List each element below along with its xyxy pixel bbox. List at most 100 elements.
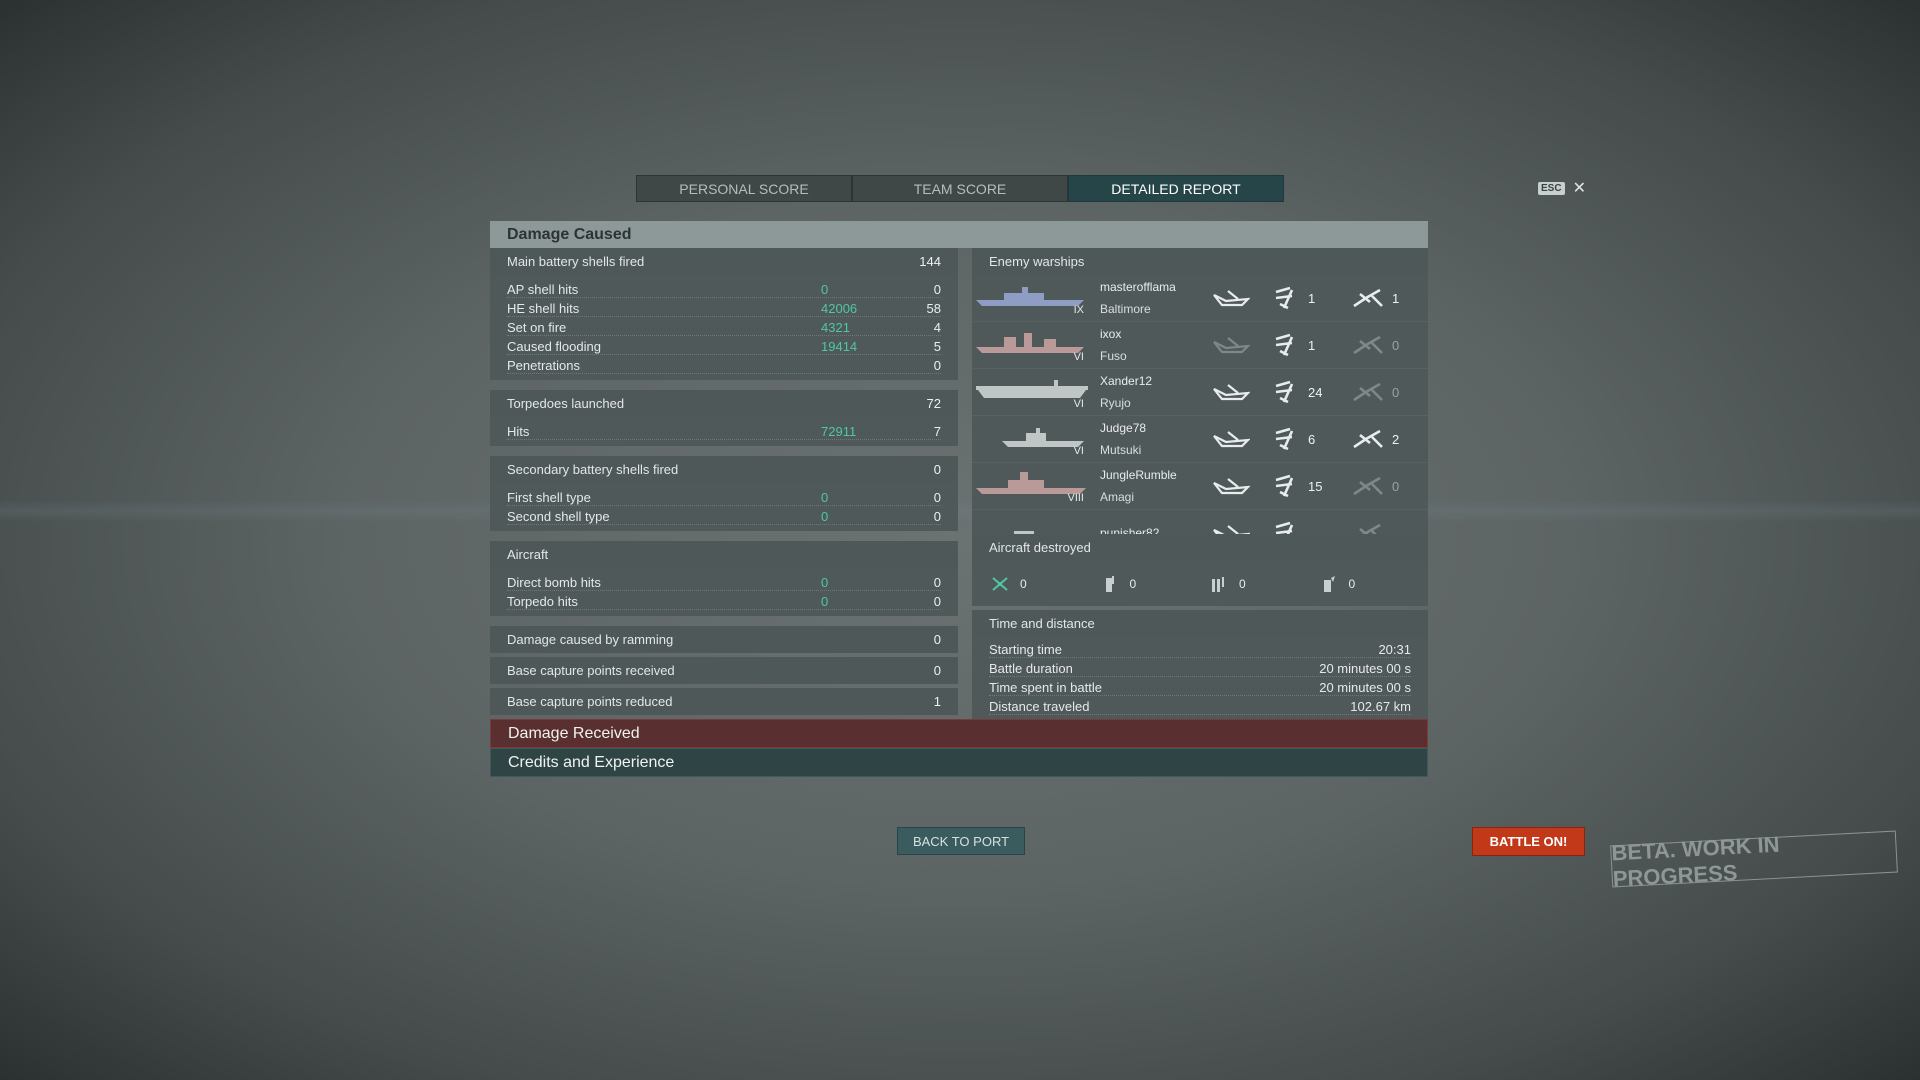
- ship-hits-icon: [1272, 286, 1300, 310]
- row-count: 0: [933, 490, 941, 505]
- tab-bar: PERSONAL SCORE TEAM SCORE DETAILED REPOR…: [636, 175, 1284, 202]
- tab-detailed-report[interactable]: DETAILED REPORT: [1068, 175, 1284, 202]
- ramming-row: Damage caused by ramming 0: [490, 626, 958, 653]
- main-battery-header: Main battery shells fired 144: [490, 248, 958, 275]
- detailed-report-panel: Damage Caused Main battery shells fired …: [490, 221, 1428, 777]
- damage-received-section[interactable]: Damage Received: [490, 719, 1428, 748]
- ship-silhouette: VI: [972, 417, 1092, 461]
- row-label: Second shell type: [507, 509, 610, 524]
- aircraft-scout: 0: [1319, 574, 1429, 594]
- aircraft-details: Direct bomb hits 0 0 Torpedo hits 0 0: [490, 568, 958, 616]
- ship-hits-icon: [1272, 521, 1300, 534]
- ship-tier: IX: [1073, 304, 1084, 316]
- table-row: Torpedo hits 0 0: [507, 591, 941, 610]
- row-damage: 19414: [821, 339, 858, 354]
- ship-silhouette: VI: [972, 370, 1092, 414]
- table-row: Penetrations 0: [507, 355, 941, 374]
- close-icon[interactable]: ✕: [1573, 178, 1586, 198]
- time-distance-label: Time and distance: [989, 616, 1095, 631]
- ship-silhouette: VIII: [972, 464, 1092, 508]
- credits-experience-section[interactable]: Credits and Experience: [490, 748, 1428, 777]
- row-damage: 4321: [821, 320, 850, 335]
- ship-silhouette-icon: [976, 333, 1084, 353]
- ship-kills-icon: [1352, 333, 1384, 357]
- row-value: 20:31: [1378, 642, 1411, 657]
- ship-kills-icon: [1352, 521, 1384, 534]
- row-label: Starting time: [989, 642, 1062, 657]
- esc-key-hint: ESC: [1538, 181, 1565, 195]
- back-to-port-button[interactable]: BACK TO PORT: [897, 827, 1025, 855]
- enemy-and-summary: Enemy warships IX masterofflama Baltimor…: [972, 248, 1428, 719]
- capture-reduced-row: Base capture points reduced 1: [490, 688, 958, 715]
- enemy-ship-row[interactable]: punisher82: [972, 510, 1428, 534]
- battle-on-button[interactable]: BATTLE ON!: [1472, 827, 1585, 856]
- damaged-indicator: [1212, 522, 1272, 534]
- aircraft-destroyed-label: Aircraft destroyed: [989, 540, 1091, 555]
- enemy-ship-row[interactable]: VI Xander12 Ryujo 24 0: [972, 369, 1428, 416]
- table-row: Battle duration 20 minutes 00 s: [989, 658, 1411, 677]
- secondary-details: First shell type 0 0 Second shell type 0 0: [490, 483, 958, 531]
- ship-damaged-icon: [1212, 381, 1250, 403]
- row-label: Caused flooding: [507, 339, 601, 354]
- row-damage: 0: [821, 282, 829, 297]
- ship-name: Baltimore: [1100, 302, 1151, 316]
- ship-names: JungleRumble Amagi: [1100, 464, 1200, 508]
- ship-damaged-icon: [1212, 475, 1250, 497]
- torpedo-bomber-icon: [1212, 576, 1224, 592]
- ship-silhouette-icon: [976, 287, 1084, 306]
- enemy-ship-row[interactable]: VIII JungleRumble Amagi 15 0: [972, 463, 1428, 510]
- aircraft-fighter: 0: [990, 574, 1100, 594]
- hits-indicator: [1272, 521, 1328, 534]
- ship-name: Mutsuki: [1100, 443, 1142, 457]
- beta-watermark: BETA. WORK IN PROGRESS: [1610, 830, 1898, 891]
- ship-damaged-icon: [1212, 287, 1250, 309]
- row-value: 20 minutes 00 s: [1319, 680, 1411, 695]
- ship-name: Amagi: [1100, 490, 1135, 504]
- ship-names: ixox Fuso: [1100, 323, 1200, 367]
- ship-kill-count: 0: [1392, 478, 1400, 494]
- ship-hit-count: 1: [1308, 337, 1316, 353]
- table-row: Hits 72911 7: [507, 421, 941, 440]
- enemy-ship-row[interactable]: VI ixox Fuso 1 0: [972, 322, 1428, 369]
- player-name: JungleRumble: [1100, 468, 1177, 482]
- enemy-ship-row[interactable]: IX masterofflama Baltimore 1 1: [972, 275, 1428, 322]
- damage-caused-header[interactable]: Damage Caused: [490, 221, 1428, 248]
- close-button[interactable]: ESC ✕: [1538, 178, 1586, 198]
- table-row: Time spent in battle 20 minutes 00 s: [989, 677, 1411, 696]
- aircraft-scout-count: 0: [1348, 576, 1356, 591]
- enemy-ship-list[interactable]: IX masterofflama Baltimore 1 1 VI ixox F…: [972, 275, 1428, 534]
- table-row: AP shell hits 0 0: [507, 279, 941, 298]
- ship-kills-icon: [1352, 474, 1384, 498]
- kills-indicator: 2: [1352, 427, 1408, 451]
- row-label: Set on fire: [507, 320, 567, 335]
- ship-damaged-icon: [1212, 334, 1250, 356]
- tab-personal-score[interactable]: PERSONAL SCORE: [636, 175, 852, 202]
- row-count: 4: [933, 320, 941, 335]
- ship-tier: VIII: [1067, 492, 1084, 504]
- ship-name: Ryujo: [1100, 396, 1131, 410]
- ship-hit-count: 15: [1308, 478, 1323, 494]
- ship-hits-icon: [1272, 427, 1300, 451]
- ship-hits-icon: [1272, 333, 1300, 357]
- tab-team-score[interactable]: TEAM SCORE: [852, 175, 1068, 202]
- damaged-indicator: [1212, 475, 1272, 497]
- ship-hits-icon: [1272, 474, 1300, 498]
- ship-names: Xander12 Ryujo: [1100, 370, 1200, 414]
- ship-silhouette-icon: [1002, 428, 1084, 447]
- aircraft-destroyed-header: Aircraft destroyed: [972, 534, 1428, 561]
- hits-indicator: 15: [1272, 474, 1328, 498]
- capture-reduced-value: 1: [933, 694, 941, 709]
- scout-plane-icon: [1323, 575, 1335, 592]
- row-damage: 0: [821, 575, 829, 590]
- row-damage: 0: [821, 490, 829, 505]
- ship-name: Fuso: [1100, 349, 1127, 363]
- row-label: Penetrations: [507, 358, 580, 373]
- row-label: Hits: [507, 424, 530, 439]
- ship-hit-count: 6: [1308, 431, 1316, 447]
- enemy-ship-row[interactable]: VI Judge78 Mutsuki 6 2: [972, 416, 1428, 463]
- damaged-indicator: [1212, 287, 1272, 309]
- damage-caused-stats: Main battery shells fired 144 AP shell h…: [490, 248, 958, 715]
- ship-names: Judge78 Mutsuki: [1100, 417, 1200, 461]
- ramming-value: 0: [933, 632, 941, 647]
- hits-indicator: 1: [1272, 333, 1328, 357]
